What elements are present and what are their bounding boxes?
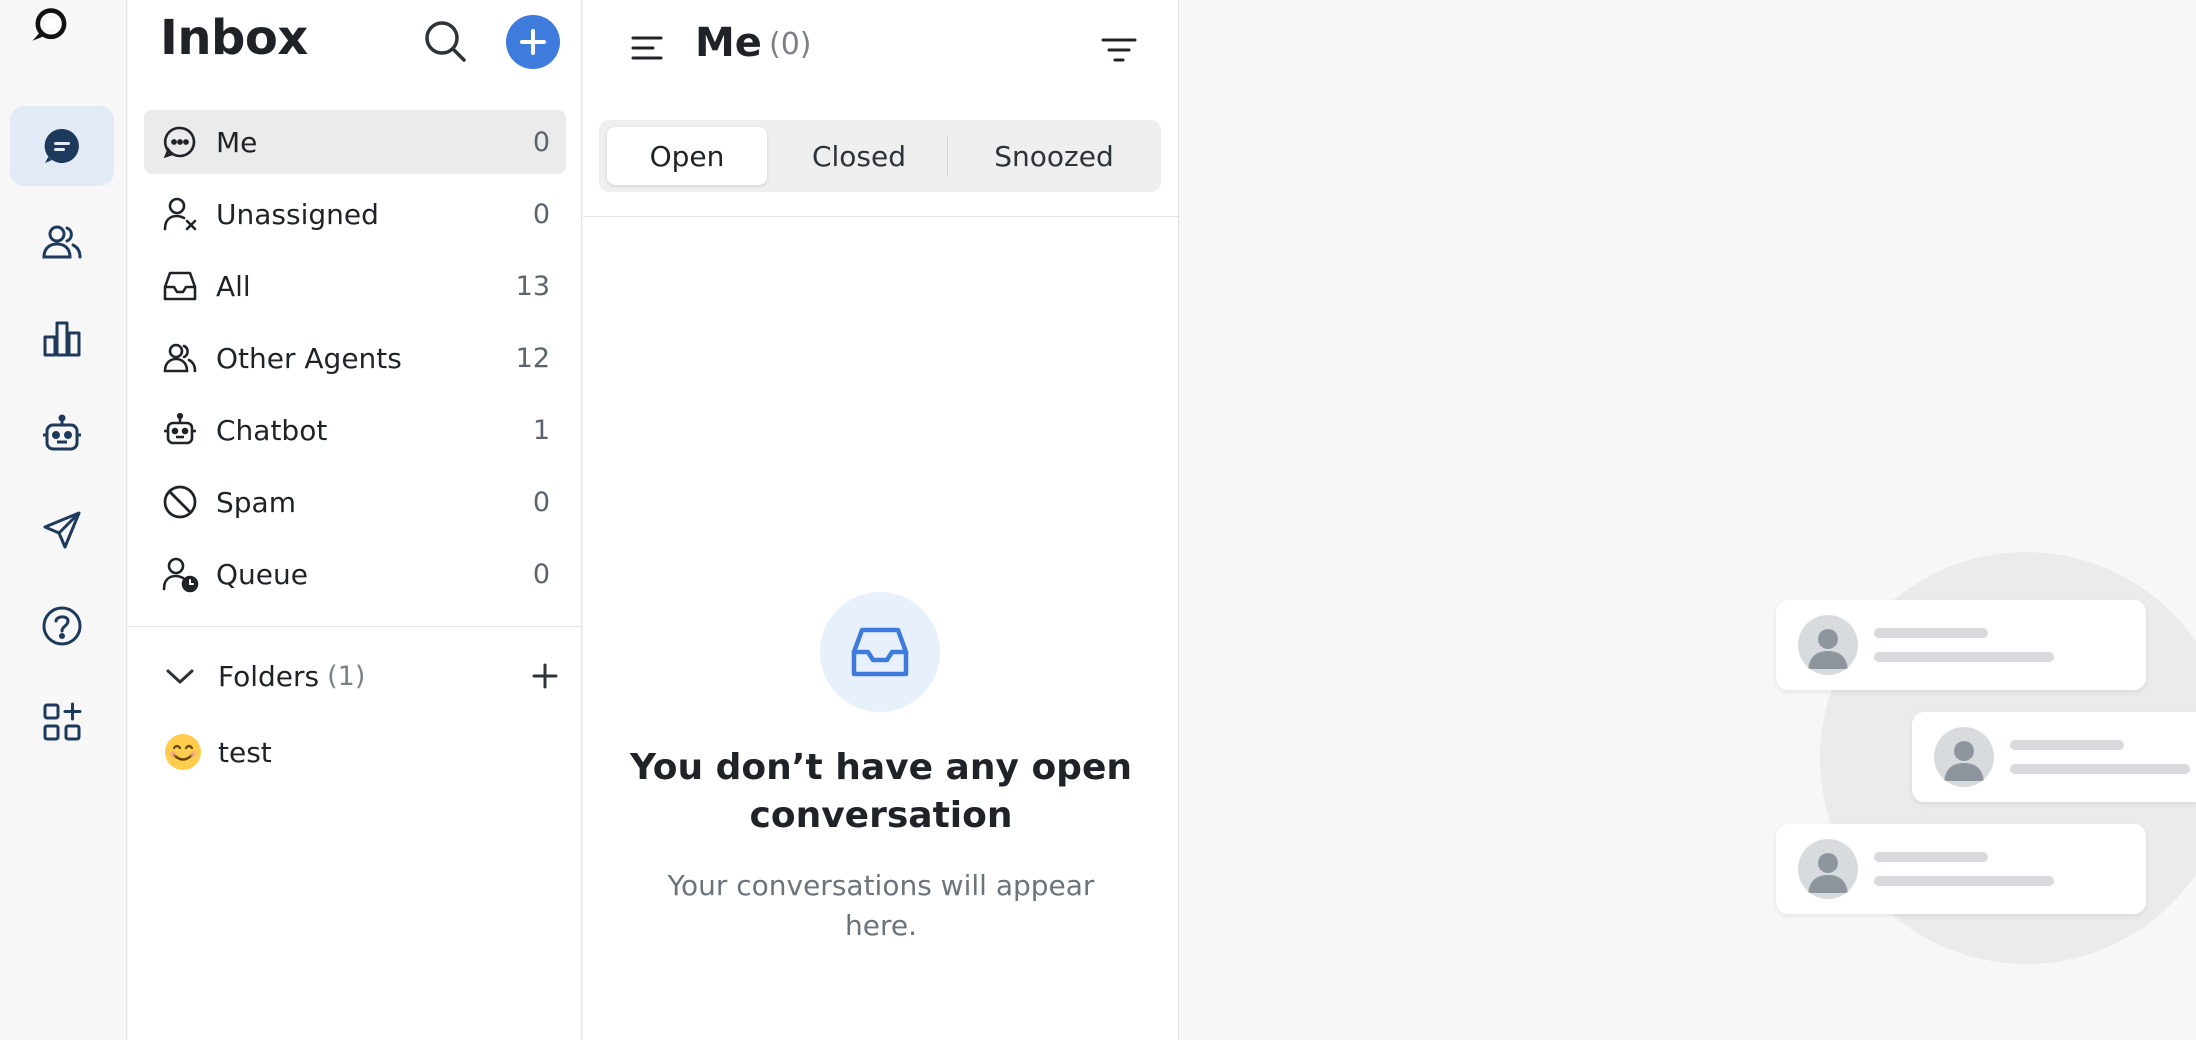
nav-help[interactable]	[10, 586, 114, 666]
view-count: 12	[515, 342, 550, 374]
view-item-spam[interactable]: Spam 0	[144, 470, 566, 534]
hamburger-menu-icon[interactable]	[627, 28, 667, 68]
smiley-emoji-icon	[165, 734, 201, 770]
help-icon	[42, 606, 82, 646]
view-item-other-agents[interactable]: Other Agents 12	[144, 326, 566, 390]
user-x-icon	[160, 194, 200, 234]
view-count: 13	[515, 270, 550, 302]
folders-header: Folders (1)	[164, 652, 564, 700]
send-icon	[43, 511, 81, 549]
bar-chart-icon	[43, 321, 81, 357]
inbox-sidebar: Inbox Me 0 Unassigned 0 All 13 Other Age…	[128, 0, 582, 1040]
illustration-card	[1912, 712, 2196, 802]
tab-open[interactable]: Open	[607, 127, 767, 185]
view-label: All	[216, 269, 251, 303]
folders-count: (1)	[327, 660, 366, 692]
nav-contacts[interactable]	[10, 202, 114, 282]
new-conversation-button[interactable]	[506, 15, 560, 69]
nav-campaigns[interactable]	[10, 490, 114, 570]
app-window: Inbox Me 0 Unassigned 0 All 13 Other Age…	[0, 0, 2196, 1040]
left-rail	[0, 0, 127, 1040]
status-tabs: Open Closed Snoozed	[599, 120, 1161, 192]
conversation-list-panel: Me (0) Open Closed Snoozed You don’t hav…	[583, 0, 1179, 1040]
folder-item-test[interactable]: test	[164, 726, 272, 778]
view-label: Spam	[216, 485, 296, 519]
search-button[interactable]	[420, 16, 470, 66]
view-label: Chatbot	[216, 413, 328, 447]
view-item-chatbot[interactable]: Chatbot 1	[144, 398, 566, 462]
robot-icon	[160, 410, 200, 450]
users-icon	[42, 225, 82, 259]
folder-name: test	[218, 735, 272, 769]
view-label: Unassigned	[216, 197, 379, 231]
placeholder-line	[1874, 876, 2054, 886]
inbox-title: Inbox	[160, 10, 308, 66]
placeholder-line	[1874, 628, 1988, 638]
view-count: 0	[532, 486, 550, 518]
nav-apps[interactable]	[10, 682, 114, 762]
illustration-card	[1776, 824, 2146, 914]
ban-icon	[160, 482, 200, 522]
avatar-placeholder	[1934, 727, 1994, 787]
view-count: 0	[532, 558, 550, 590]
view-count: 1	[532, 414, 550, 446]
nav-conversations[interactable]	[10, 106, 114, 186]
view-count: 0	[532, 126, 550, 158]
sidebar-divider	[128, 626, 582, 627]
placeholder-line	[2010, 764, 2190, 774]
conversation-count: (0)	[769, 27, 812, 62]
nav-bots[interactable]	[10, 394, 114, 474]
empty-state-icon-badge	[820, 592, 940, 712]
placeholder-line	[2010, 740, 2124, 750]
plus-icon	[520, 29, 546, 55]
user-clock-icon	[160, 554, 200, 594]
users-icon	[160, 338, 200, 378]
view-label: Other Agents	[216, 341, 402, 375]
folders-label: Folders	[218, 659, 320, 693]
tab-separator	[947, 136, 948, 176]
tab-closed[interactable]: Closed	[779, 127, 939, 185]
empty-state-title: You don’t have any open conversation	[629, 747, 1132, 836]
search-icon	[425, 21, 466, 62]
inbox-tray-icon	[160, 266, 200, 306]
view-item-unassigned[interactable]: Unassigned 0	[144, 182, 566, 246]
view-count: 0	[532, 198, 550, 230]
avatar-placeholder	[1798, 839, 1858, 899]
view-item-all[interactable]: All 13	[144, 254, 566, 318]
list-divider	[583, 216, 1179, 217]
avatar-placeholder	[1798, 615, 1858, 675]
empty-state-subtitle: Your conversations will appear here.	[667, 869, 1095, 942]
placeholder-line	[1874, 652, 2054, 662]
robot-icon	[43, 414, 81, 451]
conversation-list-title: Me	[695, 20, 762, 66]
view-item-queue[interactable]: Queue 0	[144, 542, 566, 606]
tab-snoozed[interactable]: Snoozed	[959, 127, 1149, 185]
chevron-down-icon[interactable]	[164, 660, 196, 692]
nav-reports[interactable]	[10, 298, 114, 378]
filter-icon[interactable]	[1099, 30, 1139, 70]
view-label: Queue	[216, 557, 308, 591]
chat-bubble-icon	[44, 128, 79, 163]
illustration-card	[1776, 600, 2146, 690]
brand-logo[interactable]	[26, 4, 96, 74]
view-label: Me	[216, 125, 258, 159]
chat-dots-icon	[160, 122, 200, 162]
apps-icon	[43, 702, 82, 741]
add-folder-button[interactable]	[526, 657, 564, 695]
view-item-me[interactable]: Me 0	[144, 110, 566, 174]
inbox-tray-icon	[851, 627, 909, 677]
placeholder-line	[1874, 852, 1988, 862]
plus-icon	[532, 663, 558, 689]
